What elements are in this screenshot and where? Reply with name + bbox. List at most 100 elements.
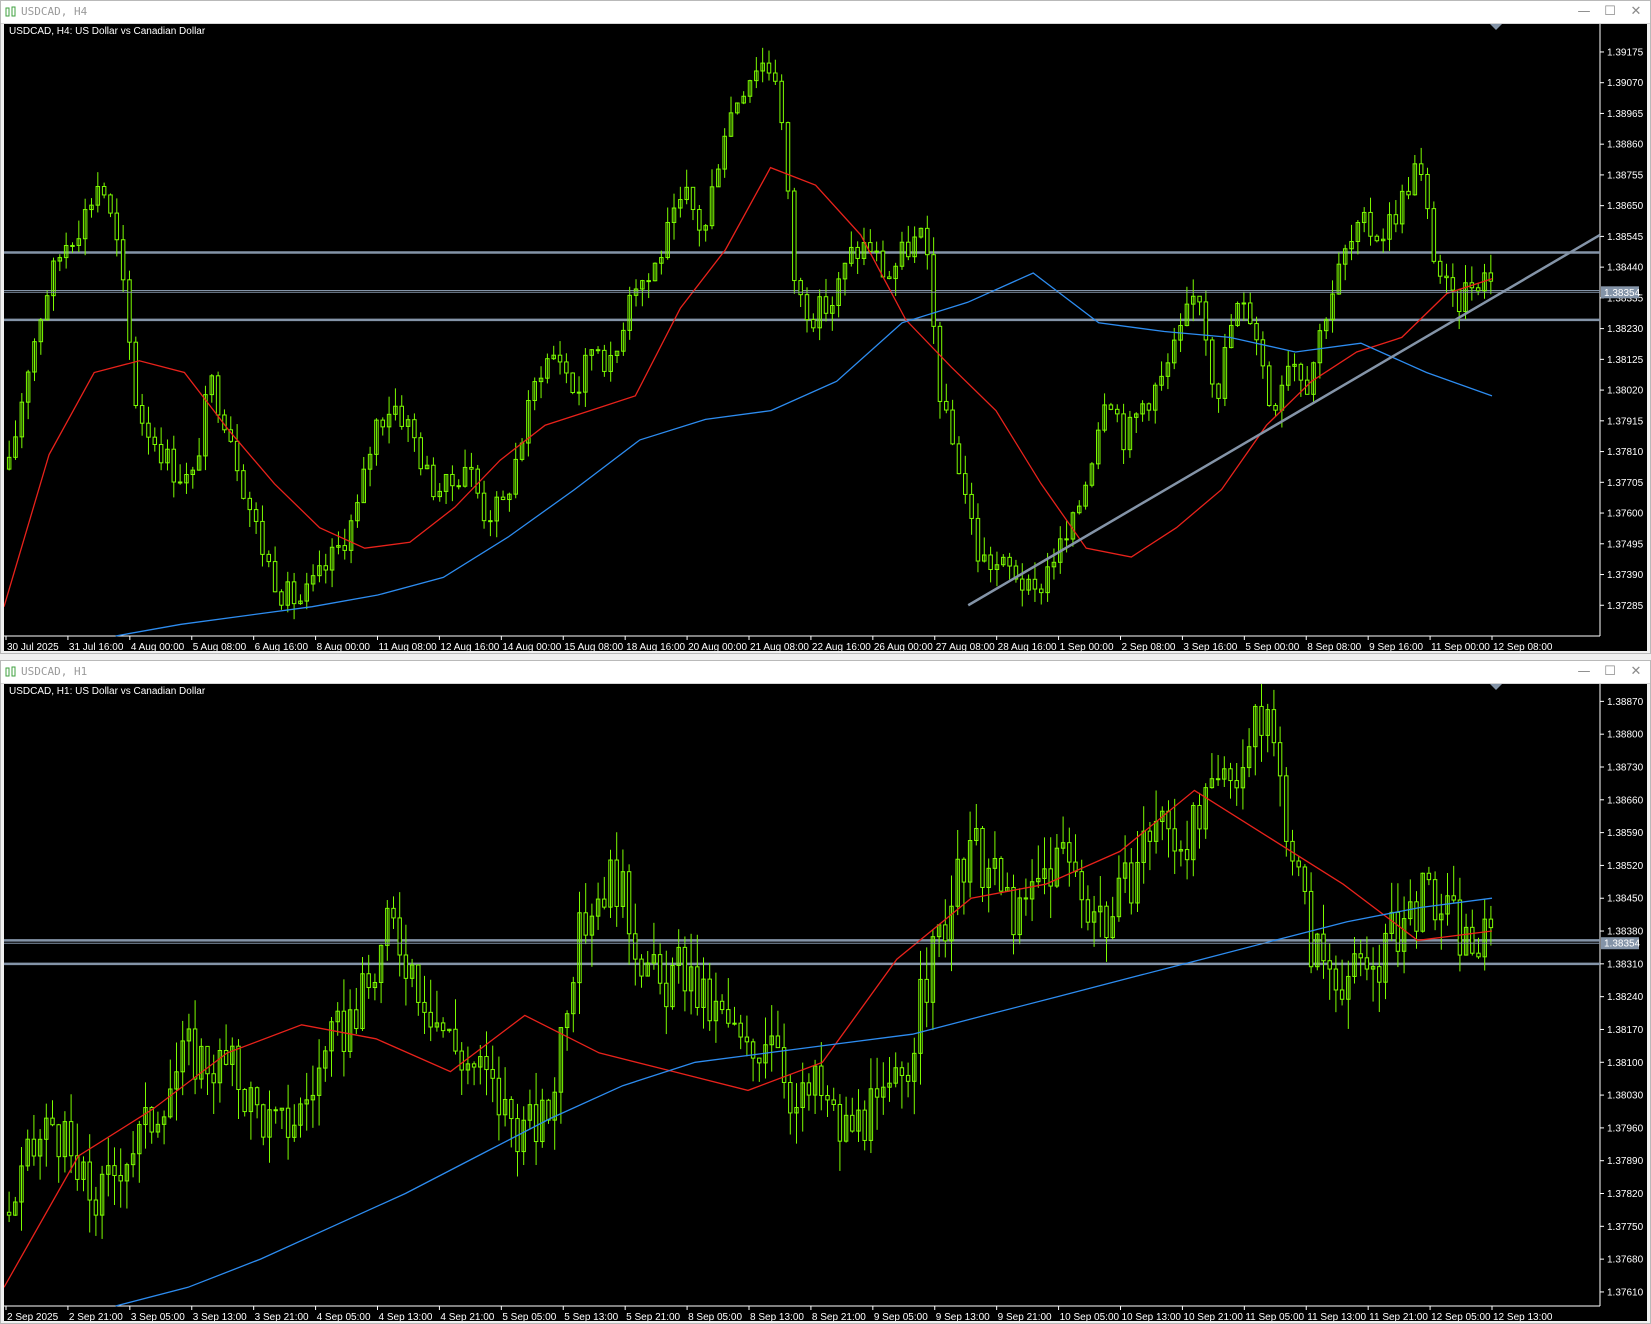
price-tick-label: 1.38755 bbox=[1607, 170, 1644, 181]
candle-body bbox=[639, 958, 644, 977]
candle-body bbox=[1457, 899, 1463, 956]
candle-body bbox=[726, 1009, 731, 1024]
candle-body bbox=[1431, 208, 1437, 262]
chart-symbol-label: USDCAD, H4: US Dollar vs Canadian Dollar bbox=[9, 26, 206, 37]
price-tick-label: 1.38870 bbox=[1607, 697, 1644, 708]
candle-body bbox=[1475, 287, 1481, 292]
price-chart-h4[interactable]: 1.39175 1.39070 1.38965 1.38860 1.38755 1.386… bbox=[4, 24, 1647, 651]
candle-body bbox=[242, 1089, 247, 1113]
candle-body bbox=[484, 1056, 489, 1071]
candle-body bbox=[1296, 860, 1301, 868]
candle-body bbox=[108, 194, 113, 214]
candle-body bbox=[120, 239, 126, 281]
window-titlebar[interactable]: USDCAD, H1 — ☐ ✕ bbox=[1, 661, 1650, 684]
chart-window-h4[interactable]: USDCAD, H4 — ☐ ✕ 1.39175 1.39070 1.38965 1.… bbox=[0, 0, 1651, 654]
close-button[interactable]: ✕ bbox=[1626, 663, 1646, 681]
candle-body bbox=[1476, 952, 1481, 958]
candle-body bbox=[234, 440, 240, 472]
candle-body bbox=[576, 391, 582, 394]
candle-body bbox=[1247, 302, 1253, 325]
candle-body bbox=[906, 241, 911, 258]
chart-icon bbox=[5, 6, 16, 17]
window-titlebar[interactable]: USDCAD, H4 — ☐ ✕ bbox=[1, 1, 1650, 24]
candle-body bbox=[1456, 289, 1462, 313]
candle-body bbox=[1064, 538, 1069, 541]
maximize-button[interactable]: ☐ bbox=[1600, 663, 1620, 681]
candle-body bbox=[399, 405, 404, 427]
price-chart-h1[interactable]: 1.38870 1.38800 1.38730 1.38660 1.38590 1.385… bbox=[4, 684, 1647, 1321]
candle-body bbox=[779, 80, 784, 124]
time-tick-label: 10 Sep 05:00 bbox=[1060, 1312, 1120, 1321]
candle-body bbox=[1032, 578, 1038, 590]
time-tick-label: 14 Aug 00:00 bbox=[502, 642, 561, 651]
current-price-label: 1.38354 bbox=[1604, 288, 1641, 299]
minimize-button[interactable]: — bbox=[1574, 3, 1594, 21]
candle-body bbox=[416, 964, 421, 1003]
candle-body bbox=[56, 1124, 61, 1158]
candle-body bbox=[152, 436, 158, 445]
time-tick-label: 8 Sep 21:00 bbox=[812, 1312, 866, 1321]
price-tick-label: 1.37390 bbox=[1607, 570, 1644, 581]
price-tick-label: 1.37820 bbox=[1607, 1189, 1644, 1200]
price-tick-label: 1.38965 bbox=[1607, 109, 1644, 120]
candle-body bbox=[1266, 365, 1272, 406]
candle-body bbox=[564, 361, 569, 374]
candle-body bbox=[831, 1099, 836, 1105]
candle-body bbox=[1395, 911, 1401, 952]
time-tick-label: 2 Sep 2025 bbox=[7, 1312, 59, 1321]
maximize-button[interactable]: ☐ bbox=[1600, 3, 1620, 21]
price-tick-label: 1.37915 bbox=[1607, 416, 1644, 427]
candle-body bbox=[664, 982, 669, 1008]
candle-body bbox=[261, 1104, 266, 1138]
candle-body bbox=[450, 473, 455, 487]
candle-body bbox=[1085, 899, 1091, 923]
candle-body bbox=[1444, 275, 1449, 279]
time-tick-label: 4 Sep 05:00 bbox=[317, 1312, 371, 1321]
chart-window-h1[interactable]: USDCAD, H1 — ☐ ✕ 1.38870 1.38800 1.38730 1.… bbox=[0, 660, 1651, 1324]
candle-body bbox=[397, 917, 402, 956]
candle-body bbox=[1007, 556, 1012, 567]
candle-body bbox=[1129, 862, 1134, 904]
close-button[interactable]: ✕ bbox=[1626, 3, 1646, 21]
candle-body bbox=[342, 545, 347, 551]
time-tick-label: 21 Aug 08:00 bbox=[750, 642, 809, 651]
minimize-button[interactable]: — bbox=[1574, 663, 1594, 681]
time-tick-label: 3 Sep 05:00 bbox=[131, 1312, 185, 1321]
candle-body bbox=[1067, 842, 1072, 863]
candle-body bbox=[1364, 957, 1370, 970]
chart-canvas[interactable]: 1.39175 1.39070 1.38965 1.38860 1.38755 1.386… bbox=[4, 24, 1647, 651]
candle-body bbox=[241, 470, 246, 499]
candle-body bbox=[963, 473, 968, 495]
candle-body bbox=[1216, 383, 1221, 399]
candle-body bbox=[732, 1022, 737, 1025]
candle-body bbox=[657, 954, 663, 984]
candle-body bbox=[1121, 413, 1126, 451]
candle-body bbox=[1023, 897, 1029, 900]
candle-body bbox=[1437, 260, 1443, 277]
candle-body bbox=[1234, 780, 1239, 789]
candle-body bbox=[272, 561, 278, 593]
time-tick-label: 20 Aug 00:00 bbox=[688, 642, 747, 651]
candle-body bbox=[1333, 968, 1339, 991]
price-tick-label: 1.38100 bbox=[1607, 1058, 1644, 1069]
candle-body bbox=[87, 1161, 92, 1201]
candle-body bbox=[775, 1035, 781, 1049]
candle-body bbox=[459, 1050, 464, 1071]
candle-body bbox=[811, 319, 816, 329]
candle-body bbox=[633, 933, 638, 960]
candle-body bbox=[490, 1069, 495, 1079]
candle-body bbox=[247, 497, 253, 511]
candle-body bbox=[471, 1063, 477, 1068]
candle-body bbox=[602, 898, 607, 908]
candle-body bbox=[961, 858, 967, 883]
chart-canvas[interactable]: 1.38870 1.38800 1.38730 1.38660 1.38590 1.385… bbox=[4, 684, 1647, 1321]
time-tick-label: 18 Aug 16:00 bbox=[626, 642, 685, 651]
candle-body bbox=[1048, 868, 1053, 887]
candle-body bbox=[788, 1082, 793, 1114]
candle-body bbox=[118, 1175, 123, 1182]
time-tick-label: 5 Sep 13:00 bbox=[564, 1312, 618, 1321]
candle-body bbox=[1166, 810, 1171, 830]
candle-body bbox=[391, 907, 396, 919]
candle-body bbox=[266, 553, 272, 563]
candle-body bbox=[158, 443, 164, 464]
